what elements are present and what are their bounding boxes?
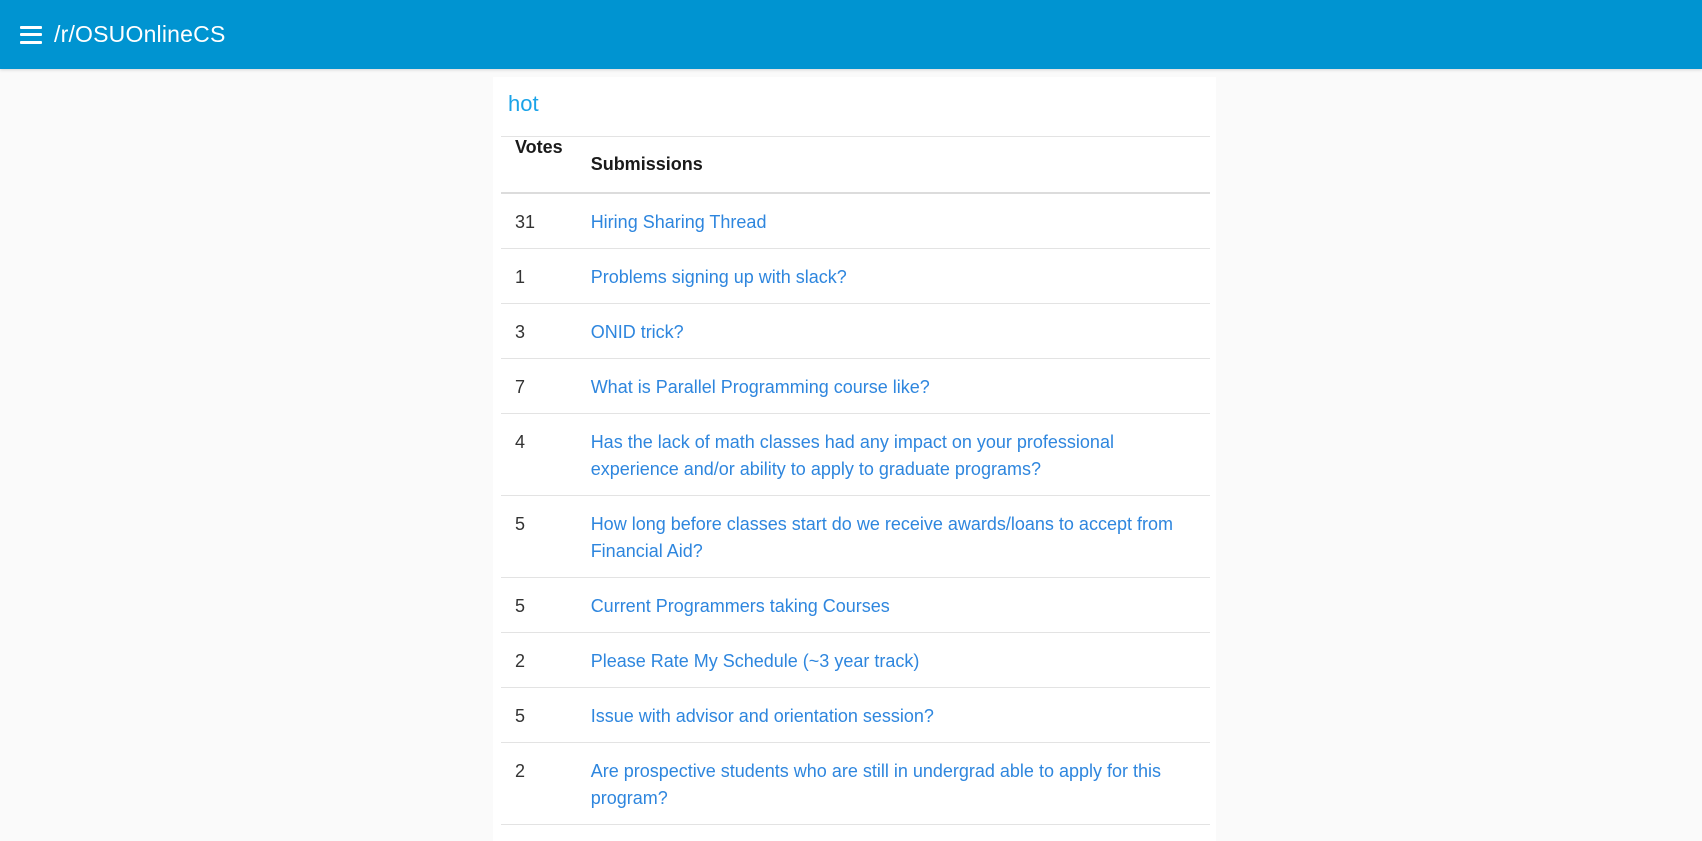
vote-count: 5 [501,687,577,743]
hamburger-menu-icon[interactable] [20,25,42,44]
table-row: 5 Current Programmers taking Courses [501,577,1210,633]
table-row: 2 Are prospective students who are still… [501,742,1210,825]
vote-count: 4 [501,413,577,496]
vote-count: 5 [501,577,577,633]
vote-count: 2 [501,632,577,688]
feed-heading: hot [508,91,539,116]
table-row: 1 Problems signing up with slack? [501,248,1210,304]
table-row: 5 How long before classes start do we re… [501,495,1210,578]
submission-link[interactable]: Current Programmers taking Courses [591,596,890,616]
submission-link[interactable]: Issue with advisor and orientation sessi… [591,706,934,726]
vote-count: 2 [501,742,577,825]
vote-count: 3 [501,303,577,359]
app-header: /r/OSUOnlineCS [0,0,1702,69]
table-header-row: Votes Submissions [501,136,1210,194]
submission-link[interactable]: How long before classes start do we rece… [591,514,1173,561]
table-row: 31 Hiring Sharing Thread [501,193,1210,249]
table-row: 3 ONID trick? [501,303,1210,359]
table-row: 4 Has the lack of math classes had any i… [501,413,1210,496]
submission-link[interactable]: Hiring Sharing Thread [591,212,767,232]
submission-link[interactable]: Problems signing up with slack? [591,267,847,287]
vote-count: 5 [501,495,577,578]
vote-count: 31 [501,193,577,249]
vote-count: 7 [501,358,577,414]
app-title: /r/OSUOnlineCS [54,21,226,47]
table-row: 5 Issue with advisor and orientation ses… [501,687,1210,743]
vote-count: 1 [501,248,577,304]
votes-column-header: Votes [501,136,577,194]
table-row: 7 What is Parallel Programming course li… [501,358,1210,414]
submission-link[interactable]: ONID trick? [591,322,684,342]
submission-link[interactable]: Are prospective students who are still i… [591,761,1161,808]
submissions-column-header: Submissions [576,136,1210,194]
feed-panel: hot Votes Submissions 31 Hiring Sharing … [493,77,1216,841]
submission-link[interactable]: What is Parallel Programming course like… [591,377,930,397]
submission-link[interactable]: Please Rate My Schedule (~3 year track) [591,651,920,671]
submission-link[interactable]: Has the lack of math classes had any imp… [591,432,1114,479]
table-row: 2 Please Rate My Schedule (~3 year track… [501,632,1210,688]
submissions-table: Votes Submissions 31 Hiring Sharing Thre… [501,136,1210,825]
